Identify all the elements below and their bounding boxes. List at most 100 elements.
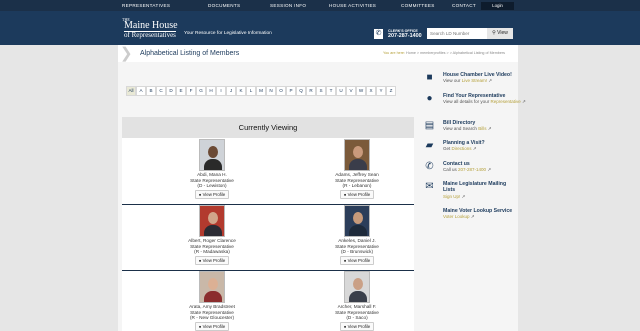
view-profile-button[interactable]: ● View Profile <box>194 189 230 199</box>
video-camera-icon: ■ <box>426 72 433 83</box>
sidebar-item-title[interactable]: Maine Legislature Mailing Lists <box>443 181 513 193</box>
nav-committees[interactable]: Committees <box>401 0 447 11</box>
member-photo[interactable] <box>199 271 225 303</box>
view-profile-label: View Profile <box>347 323 371 329</box>
top-navigation-bar: Representatives Documents Session Info H… <box>0 0 640 11</box>
view-profile-label: View Profile <box>347 191 371 197</box>
external-link-icon: ↗ <box>460 194 466 199</box>
sidebar-sub-link[interactable]: Representative <box>490 99 520 104</box>
sidebar-sub-link[interactable]: Voter Lookup <box>443 214 470 219</box>
page-title: Alphabetical Listing of Members <box>140 50 240 57</box>
member-photo[interactable] <box>344 271 370 303</box>
page-title-bar: ❯ Alphabetical Listing of Members You ar… <box>118 45 518 62</box>
nav-documents[interactable]: Documents <box>208 0 254 11</box>
login-button[interactable]: Login <box>481 2 514 10</box>
sidebar-sub-link[interactable]: 207-287-1400 <box>458 167 486 172</box>
alphabet-letter-j[interactable]: J <box>226 86 236 96</box>
external-link-icon: ↗ <box>471 146 477 151</box>
alphabet-letter-o[interactable]: O <box>276 86 286 96</box>
alphabet-letter-m[interactable]: M <box>256 86 266 96</box>
member-district: (D - Lewiston) <box>197 183 227 189</box>
nav-session-info[interactable]: Session Info <box>270 0 316 11</box>
external-link-icon: ↗ <box>486 126 492 131</box>
clerk-office-phone: 207-287-1400 <box>388 33 422 39</box>
site-header: THE Maine House of Representatives Your … <box>0 11 640 45</box>
view-profile-button[interactable]: ● View Profile <box>194 255 230 265</box>
people-icon: ● <box>426 93 433 104</box>
alphabet-letter-q[interactable]: Q <box>296 86 306 96</box>
alphabet-letter-n[interactable]: N <box>266 86 276 96</box>
alphabet-letter-b[interactable]: B <box>146 86 156 96</box>
alphabet-letter-w[interactable]: W <box>356 86 366 96</box>
search-button-label: View <box>497 30 508 36</box>
external-link-icon: ↗ <box>486 167 492 172</box>
alphabet-letter-x[interactable]: X <box>366 86 376 96</box>
alphabet-letter-f[interactable]: F <box>186 86 196 96</box>
nav-house-activities[interactable]: House Activities <box>329 0 385 11</box>
alphabet-letter-p[interactable]: P <box>286 86 296 96</box>
alphabet-letter-v[interactable]: V <box>346 86 356 96</box>
search-view-button[interactable]: ⚲ View <box>487 28 513 39</box>
clerk-office-contact[interactable]: ✆ CLERK'S OFFICE 207-287-1400 <box>374 28 423 40</box>
view-profile-button[interactable]: ● View Profile <box>194 321 230 331</box>
alphabet-letter-u[interactable]: U <box>336 86 346 96</box>
nav-representatives[interactable]: Representatives <box>122 0 192 11</box>
sidebar-item-subtitle: Voter Lookup ↗ <box>443 214 475 220</box>
site-tagline: Your Resource for Legislative Informatio… <box>184 31 272 36</box>
alphabet-letter-d[interactable]: D <box>166 86 176 96</box>
search-icon: ⚲ <box>492 30 496 36</box>
view-profile-label: View Profile <box>202 191 226 197</box>
alphabet-letter-e[interactable]: E <box>176 86 186 96</box>
member-photo[interactable] <box>199 139 225 171</box>
member-district: (R - New Gloucester) <box>189 315 235 321</box>
alphabet-letter-a[interactable]: A <box>136 86 146 96</box>
member-photo[interactable] <box>344 139 370 171</box>
sidebar-sub-text: Call us <box>443 167 457 172</box>
sidebar-item-subtitle: View our Live Stream! ↗ <box>443 78 492 84</box>
alphabet-letter-y[interactable]: Y <box>376 86 386 96</box>
member-photo[interactable] <box>344 205 370 237</box>
view-profile-label: View Profile <box>347 257 371 263</box>
sidebar-sub-text: View all details for your <box>443 99 490 104</box>
breadcrumb-path[interactable]: Home > memberprofiles > > Alphabetical L… <box>406 51 505 55</box>
member-district: (R - Lebanon) <box>342 183 372 189</box>
view-profile-button[interactable]: ● View Profile <box>339 189 375 199</box>
member-district: (D - Saco) <box>346 315 368 321</box>
member-photo[interactable] <box>199 205 225 237</box>
alphabet-letter-r[interactable]: R <box>306 86 316 96</box>
alphabet-letter-c[interactable]: C <box>156 86 166 96</box>
view-profile-button[interactable]: ● View Profile <box>339 255 375 265</box>
view-profile-label: View Profile <box>202 257 226 263</box>
alphabet-letter-all[interactable]: All <box>126 86 136 96</box>
logo-line-2: of Representatives <box>124 31 176 39</box>
alphabet-letter-s[interactable]: S <box>316 86 326 96</box>
sidebar-sub-link[interactable]: Live Stream! <box>462 78 487 83</box>
document-icon: ▤ <box>424 120 435 131</box>
alphabet-letter-h[interactable]: H <box>206 86 216 96</box>
member-card: Ankeles, Daniel J. State Representative (D… <box>322 205 392 265</box>
sidebar-item-subtitle: View all details for your Representative… <box>443 99 526 105</box>
currently-viewing-heading: Currently Viewing <box>122 117 414 138</box>
view-profile-button[interactable]: ● View Profile <box>339 321 375 331</box>
external-link-icon: ↗ <box>469 214 475 219</box>
sidebar-sub-text: View and Search <box>443 126 477 131</box>
member-district: (R - Madawaska) <box>194 249 230 255</box>
envelope-icon: ✉ <box>425 181 434 192</box>
alphabet-letter-z[interactable]: Z <box>386 86 396 96</box>
sidebar-item-subtitle: Call us 207-287-1400 ↗ <box>443 167 491 173</box>
alphabet-letter-g[interactable]: G <box>196 86 206 96</box>
member-card: Albert, Roger Clarence State Representati… <box>177 205 247 265</box>
sidebar-sub-link[interactable]: Directions <box>452 146 472 151</box>
breadcrumb-here-label: You are here: <box>383 51 406 55</box>
top-nav-items: Representatives Documents Session Info H… <box>122 0 492 11</box>
alphabet-letter-i[interactable]: I <box>216 86 226 96</box>
alphabet-letter-t[interactable]: T <box>326 86 336 96</box>
phone-icon: ✆ <box>374 29 383 39</box>
alphabet-letter-l[interactable]: L <box>246 86 256 96</box>
sidebar-item-subtitle: Get Directions ↗ <box>443 146 477 152</box>
sidebar-sub-link[interactable]: Sign Up! <box>443 194 460 199</box>
alphabet-letter-k[interactable]: K <box>236 86 246 96</box>
ld-number-search-input[interactable] <box>427 28 487 39</box>
member-card: Archer, Marshall F. State Representative(… <box>322 271 392 331</box>
external-link-icon: ↗ <box>520 99 526 104</box>
